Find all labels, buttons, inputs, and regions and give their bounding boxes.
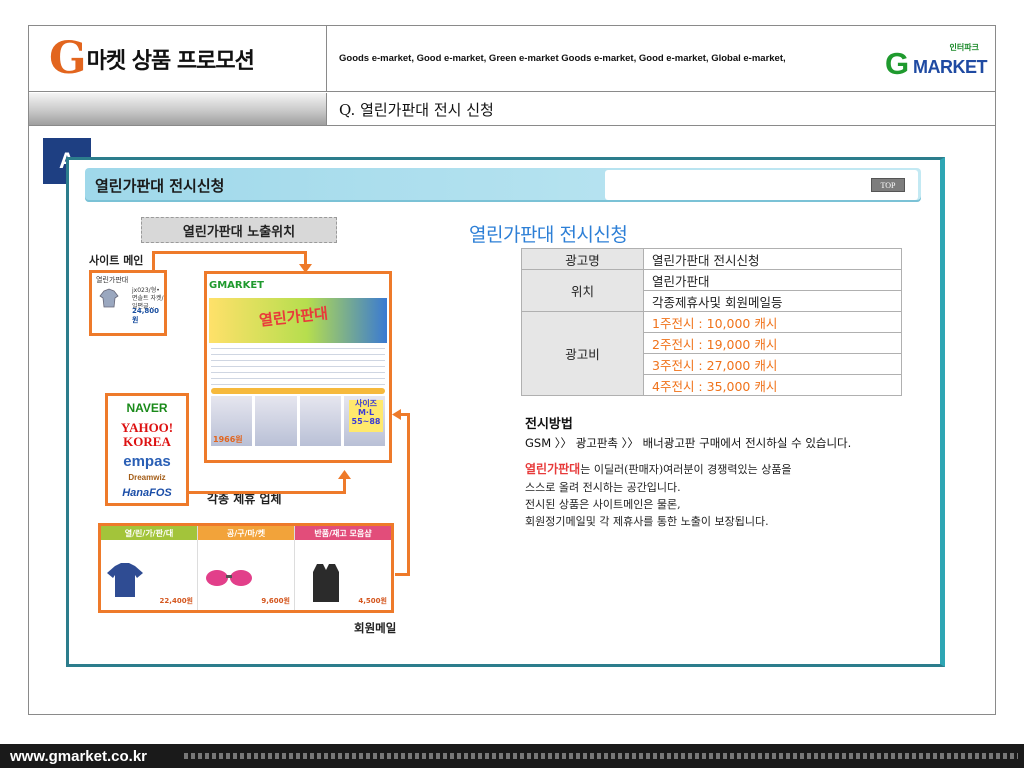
gmarket-logo: 인터파크 G MARKET (885, 42, 988, 81)
description-line-2: 스스로 올려 전시하는 공간입니다. (525, 480, 681, 494)
mail-column: 반품/재고 모음샵 4,500원 (295, 526, 391, 610)
mail-column: 열/린/가/판/대 22,400원 (101, 526, 198, 610)
tshirt-icon (107, 563, 143, 597)
site-small-caption: 열린가판대 (96, 276, 129, 284)
footer-url[interactable]: www.gmarket.co.kr (0, 748, 184, 765)
product-thumb (299, 396, 341, 446)
arrow-left-icon (392, 409, 401, 420)
vest-icon (313, 564, 339, 602)
connector-line (152, 251, 307, 254)
description-line-1: 열린가판대는 이딜러(판매자)여러분이 경쟁력있는 상품을 (525, 460, 792, 479)
header-tagline-cell: Goods e-market, Good e-market, Green e-m… (327, 26, 995, 92)
portal-logo-dreamwiz: Dreamwiz (128, 473, 166, 483)
mail-column-body: 22,400원 (101, 540, 197, 610)
subheader-question-cell: Q. 열린가판대 전시 신청 (327, 93, 995, 126)
sunglasses-icon (206, 570, 252, 586)
connector-line (343, 478, 346, 494)
screenshot-logo: GMARKET (209, 280, 264, 291)
mail-column-header: 공/구/마/켓 (198, 526, 294, 540)
screenshot-size-badge: 사이즈 M·L 55~88 (349, 399, 383, 432)
header-title-cell: G 마켓 상품 프로모션 (29, 26, 327, 92)
table-cell: 열린가판대 (643, 269, 902, 291)
jacket-icon (99, 288, 119, 308)
connector-line (407, 413, 410, 576)
member-mail-label: 회원메일 (354, 621, 397, 635)
table-header-cell: 위치 (521, 269, 644, 312)
interpark-badge: 인터파크 (949, 42, 979, 53)
table-row: 광고비 1주전시 : 10,000 캐시 (521, 311, 902, 396)
arrow-up-icon (338, 470, 351, 479)
ad-info-table: 광고명 열린가판대 전시신청 위치 열린가판대 각종제휴사및 회원메일등 광고비… (521, 248, 902, 396)
portal-logo-yahoo: YAHOO! KOREA (120, 420, 174, 450)
gmarket-site-screenshot: GMARKET 열린가판대 사이즈 M·L 55~88 1966원 (204, 271, 392, 463)
affiliate-portals-box: NAVER YAHOO! KOREA empas Dreamwiz HanaFO… (105, 393, 189, 506)
screenshot-text-lines (211, 348, 385, 386)
connector-line (189, 491, 344, 494)
table-row: 광고명 열린가판대 전시신청 (521, 248, 902, 270)
mail-column-header: 반품/재고 모음샵 (295, 526, 391, 540)
product-thumb (255, 396, 297, 446)
mail-column: 공/구/마/켓 9,600원 (198, 526, 295, 610)
mail-column-price: 22,400원 (159, 597, 193, 605)
footer-bar: www.gmarket.co.kr (0, 744, 1024, 768)
connector-line (395, 573, 410, 576)
site-small-price: 24,800원 (132, 307, 160, 324)
mail-column-body: 4,500원 (295, 540, 391, 610)
description-line-1-rest: 는 이딜러(판매자)여러분이 경쟁력있는 상품을 (580, 463, 792, 476)
mail-column-header: 열/린/가/판/대 (101, 526, 197, 540)
description-line-4: 회원정기메일및 각 제휴사를 통한 노출이 보장됩니다. (525, 514, 769, 528)
portal-logo-hanafos: HanaFOS (122, 487, 172, 500)
subheader-gradient-cell (29, 93, 327, 126)
screenshot-yellow-bar (211, 388, 385, 394)
display-method: 전시방법 GSM 〉〉 광고판촉 〉〉 배너광고판 구매에서 전시하실 수 있습… (525, 413, 851, 451)
member-mail-strip: 열/린/가/판/대 22,400원 공/구/마/켓 9,600원 반품/재고 모… (98, 523, 394, 613)
table-cell: 열린가판대 전시신청 (643, 248, 902, 270)
gmarket-logo-text: MARKET (913, 57, 988, 77)
panel-title-bar: 열린가판대 전시신청 (85, 168, 921, 202)
table-header-cell: 광고명 (521, 248, 644, 270)
description-line-3: 전시된 상품은 사이트메인은 물론, (525, 497, 681, 511)
right-section-title: 열린가판대 전시신청 (469, 224, 628, 246)
display-method-line: GSM 〉〉 광고판촉 〉〉 배너광고판 구매에서 전시하실 수 있습니다. (525, 436, 852, 450)
mail-column-price: 9,600원 (261, 597, 290, 605)
table-cell-price: 1주전시 : 10,000 캐시 (643, 311, 902, 333)
table-header-cell: 광고비 (521, 311, 644, 396)
slide: G 마켓 상품 프로모션 Goods e-market, Good e-mark… (0, 0, 1024, 768)
site-main-thumbnail: 열린가판대 jx023/형•면솔트 자켓/일편글... 24,800원 (89, 270, 167, 336)
table-cell-price: 3주전시 : 27,000 캐시 (643, 353, 902, 375)
table-row: 위치 열린가판대 (521, 269, 902, 312)
screenshot-side-text: 1966원 (213, 435, 243, 444)
top-button[interactable]: TOP (871, 178, 905, 192)
mail-column-price: 4,500원 (358, 597, 387, 605)
panel-title: 열린가판대 전시신청 (95, 177, 225, 195)
portal-logo-empas: empas (123, 452, 171, 470)
portal-logo-naver: NAVER (126, 401, 168, 415)
table-cell-price: 4주전시 : 35,000 캐시 (643, 374, 902, 396)
description-highlight: 열린가판대 (525, 462, 581, 476)
g-logo-letter: G (49, 32, 87, 84)
description: 열린가판대는 이딜러(판매자)여러분이 경쟁력있는 상품을 스스로 올려 전시하… (525, 460, 792, 530)
site-main-label: 사이트 메인 (89, 254, 144, 267)
gmarket-logo-g: G (885, 46, 910, 81)
table-cell: 각종제휴사및 회원메일등 (643, 290, 902, 312)
footer-dots (184, 753, 1018, 759)
question-text: Q. 열린가판대 전시 신청 (339, 100, 494, 119)
placement-tab: 열린가판대 노출위치 (141, 217, 337, 243)
display-method-title: 전시방법 (525, 417, 573, 432)
header-title: 마켓 상품 프로모션 (86, 47, 255, 74)
connector-line (152, 251, 155, 271)
tagline: Goods e-market, Good e-market, Green e-m… (339, 53, 786, 64)
table-cell-price: 2주전시 : 19,000 캐시 (643, 332, 902, 354)
mail-column-body: 9,600원 (198, 540, 294, 610)
